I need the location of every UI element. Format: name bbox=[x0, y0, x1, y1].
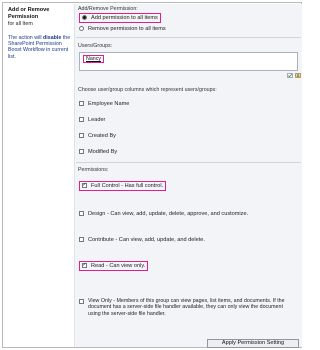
users-input[interactable]: Nancy bbox=[79, 52, 298, 71]
radio-remove-icon[interactable] bbox=[79, 26, 84, 31]
checkbox[interactable] bbox=[79, 117, 84, 122]
note-bold: disable bbox=[43, 35, 62, 41]
permission-view-only[interactable]: View Only - Members of this group can vi… bbox=[79, 298, 297, 317]
settings-column: Add/Remove Permission: Add permission to… bbox=[74, 4, 302, 348]
column-created-by[interactable]: Created By bbox=[79, 131, 116, 140]
checkbox[interactable] bbox=[79, 299, 84, 304]
radio-add-permission[interactable]: Add permission to all items bbox=[79, 12, 161, 23]
checkbox-checked[interactable]: ✓ bbox=[82, 263, 87, 268]
checkbox[interactable] bbox=[79, 133, 84, 138]
note-prefix: The action will bbox=[8, 35, 44, 41]
checkbox[interactable] bbox=[79, 149, 84, 154]
checkbox-checked[interactable]: ✓ bbox=[82, 183, 87, 188]
column-employee-name[interactable]: Employee Name bbox=[79, 99, 129, 108]
checkbox-label: Modified By bbox=[88, 148, 118, 155]
checkbox[interactable] bbox=[79, 211, 84, 216]
columns-label: Choose user/group columns which represen… bbox=[78, 87, 217, 93]
radio-remove-label: Remove permission to all items bbox=[88, 25, 166, 32]
user-token[interactable]: Nancy bbox=[83, 55, 105, 63]
checkbox-label: Leader bbox=[88, 116, 106, 123]
checkbox-label: Created By bbox=[88, 132, 116, 139]
permission-full-control[interactable]: ✓ Full Control - Has full control. bbox=[79, 180, 167, 191]
column-modified-by[interactable]: Modified By bbox=[79, 147, 117, 156]
description-column: Add or Remove Permission for all Item Th… bbox=[4, 4, 72, 347]
permissions-label: Permissions: bbox=[78, 167, 109, 173]
checkbox-label: Contribute - Can view, add, update, and … bbox=[88, 236, 205, 243]
radio-remove-permission[interactable]: Remove permission to all items bbox=[79, 24, 166, 33]
section-title: Add or Remove Permission bbox=[8, 7, 50, 20]
checkbox-label: View Only - Members of this group can vi… bbox=[88, 298, 285, 317]
workflow-note: The action will disable the SharePoint P… bbox=[8, 35, 72, 60]
permission-contribute[interactable]: Contribute - Can view, add, update, and … bbox=[79, 235, 205, 244]
permission-dialog: Add or Remove Permission for all Item Th… bbox=[2, 2, 302, 348]
section-description: for all Item bbox=[8, 21, 33, 27]
permission-read[interactable]: ✓ Read - Can view only. bbox=[79, 260, 149, 271]
checkbox[interactable] bbox=[79, 101, 84, 106]
check-names-icon[interactable] bbox=[287, 73, 293, 78]
divider bbox=[76, 37, 301, 38]
checkbox-label: Employee Name bbox=[88, 100, 130, 107]
divider bbox=[76, 162, 301, 163]
checkbox[interactable] bbox=[79, 237, 84, 242]
checkbox-label: Full Control - Has full control. bbox=[91, 182, 164, 189]
people-picker-icons bbox=[287, 73, 301, 78]
checkbox-label: Design - Can view, add, update, delete, … bbox=[88, 210, 249, 217]
radio-add-icon[interactable] bbox=[82, 15, 87, 20]
permission-design[interactable]: Design - Can view, add, update, delete, … bbox=[79, 209, 248, 218]
apply-permission-button[interactable]: Apply Permission Setting bbox=[207, 339, 299, 348]
radio-add-label: Add permission to all items bbox=[91, 14, 158, 21]
address-book-icon[interactable] bbox=[295, 73, 301, 78]
permission-mode-label: Add/Remove Permission: bbox=[78, 6, 138, 12]
checkbox-label: Read - Can view only. bbox=[91, 262, 146, 269]
users-label: Users/Groups: bbox=[78, 43, 113, 49]
column-leader[interactable]: Leader bbox=[79, 115, 105, 124]
